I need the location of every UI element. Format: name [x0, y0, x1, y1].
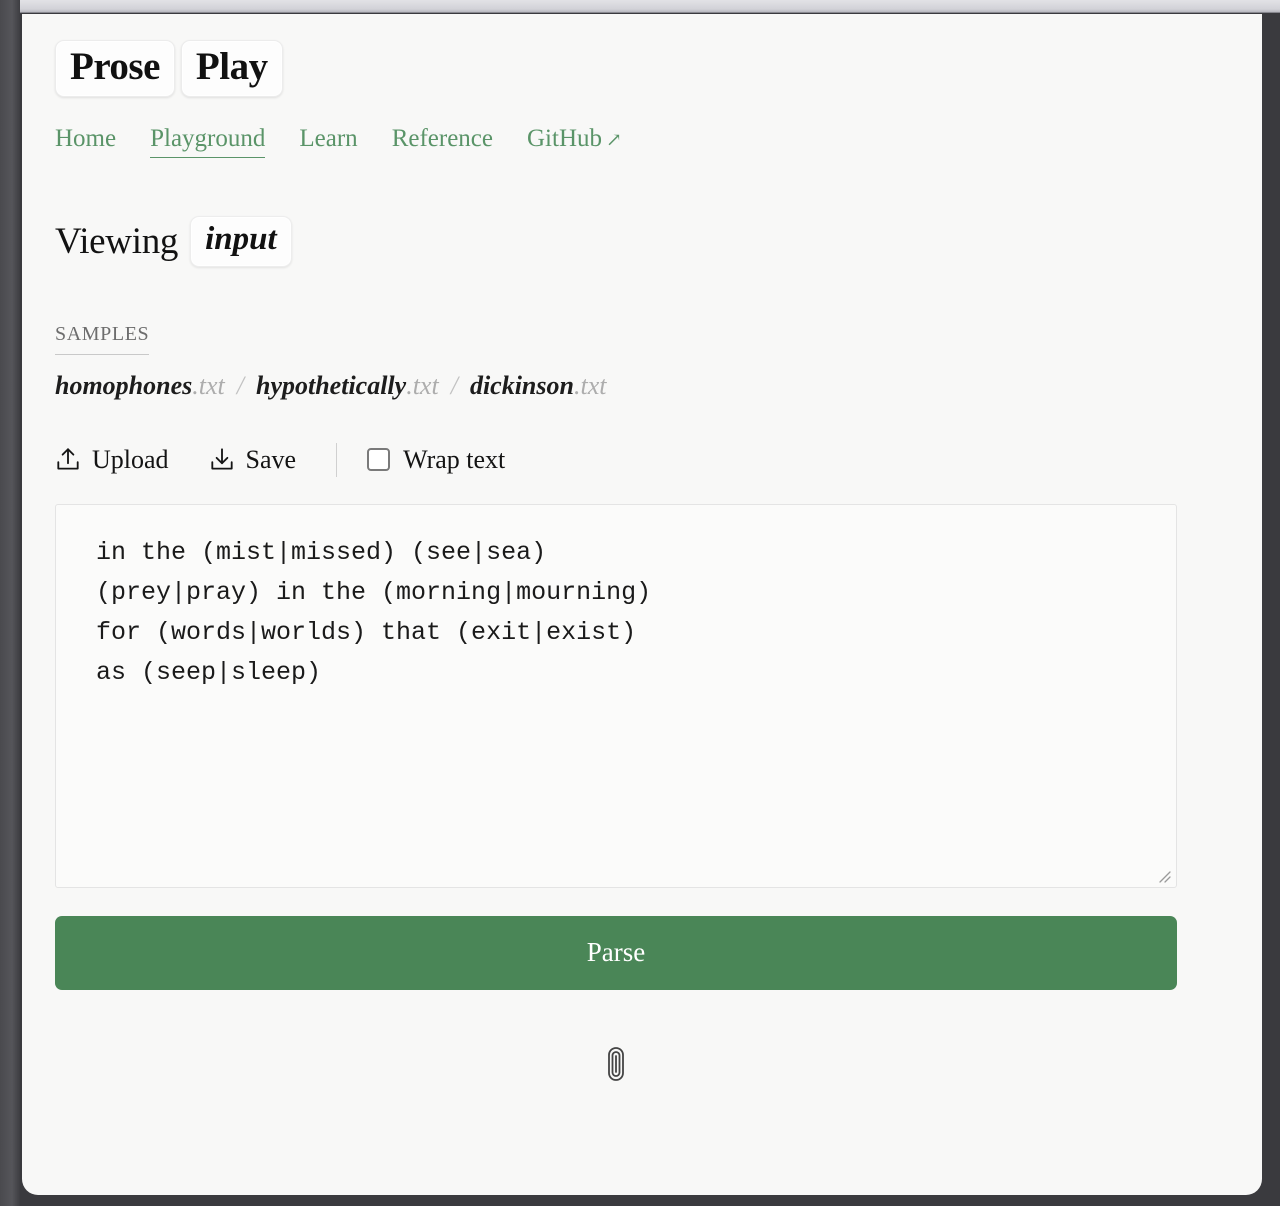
logo-key-play: Play	[180, 40, 283, 97]
editor-toolbar: Upload Save Wrap text	[55, 442, 1262, 477]
site-logo[interactable]: Prose Play	[55, 40, 1262, 97]
app-root: Prose Play Home Playground Learn Referen…	[0, 0, 1280, 1206]
sample-link-dickinson[interactable]: dickinson.txt	[470, 371, 607, 401]
page-surface: Prose Play Home Playground Learn Referen…	[22, 14, 1262, 1195]
download-icon	[209, 446, 235, 474]
viewing-heading: Viewing input	[55, 216, 1262, 267]
wrap-text-label: Wrap text	[403, 444, 506, 474]
upload-icon	[55, 446, 81, 474]
sample-name: homophones	[55, 370, 193, 400]
sample-name: hypothetically	[256, 370, 407, 400]
sample-link-homophones[interactable]: homophones.txt	[55, 371, 225, 401]
toolbar-divider	[336, 442, 338, 477]
source-textarea[interactable]: in the (mist|missed) (see|sea) (prey|pra…	[55, 503, 1177, 888]
nav-label-playground: Playground	[150, 125, 266, 152]
wrap-text-checkbox[interactable]	[367, 448, 391, 472]
wrap-text-toggle[interactable]: Wrap text	[367, 445, 505, 475]
viewing-label: Viewing	[55, 220, 179, 262]
sample-link-hypothetically[interactable]: hypothetically.txt	[256, 371, 439, 401]
samples-section: SAMPLES homophones.txt / hypothetically.…	[55, 323, 1262, 401]
upload-label: Upload	[92, 444, 169, 474]
sample-ext: .txt	[573, 370, 607, 400]
parse-button-label: Parse	[586, 937, 646, 968]
logo-key-prose: Prose	[55, 40, 175, 97]
sample-name: dickinson	[469, 370, 574, 400]
browser-chrome-top-bar	[20, 0, 1280, 13]
nav-item-home[interactable]: Home	[55, 125, 116, 153]
paperclip-icon	[603, 1044, 629, 1091]
main-navigation: Home Playground Learn Reference GitHub ↗	[55, 125, 1262, 158]
window-chrome-left-edge	[0, 0, 20, 1206]
nav-label-home: Home	[55, 125, 117, 152]
sample-ext: .txt	[406, 370, 439, 400]
nav-item-reference[interactable]: Reference	[392, 125, 493, 153]
nav-label-reference: Reference	[391, 125, 493, 152]
samples-section-label: SAMPLES	[55, 323, 150, 355]
save-button[interactable]: Save	[209, 444, 297, 475]
upload-button[interactable]: Upload	[55, 445, 169, 475]
parse-button[interactable]: Parse	[55, 915, 1177, 990]
sample-ext: .txt	[192, 370, 225, 400]
footer	[55, 1044, 1177, 1091]
nav-item-learn[interactable]: Learn	[299, 125, 357, 153]
editor-container: in the (mist|missed) (see|sea) (prey|pra…	[55, 503, 1177, 888]
samples-list: homophones.txt / hypothetically.txt / di…	[55, 371, 1262, 401]
sample-separator: /	[450, 370, 458, 400]
external-link-icon: ↗	[606, 130, 622, 151]
view-mode-toggle[interactable]: input	[190, 216, 292, 267]
nav-item-github[interactable]: GitHub ↗	[527, 125, 622, 153]
save-label: Save	[245, 444, 297, 474]
nav-label-github: GitHub	[527, 125, 602, 152]
sample-separator: /	[236, 370, 244, 400]
nav-label-learn: Learn	[299, 125, 358, 152]
nav-item-playground[interactable]: Playground	[150, 125, 266, 158]
